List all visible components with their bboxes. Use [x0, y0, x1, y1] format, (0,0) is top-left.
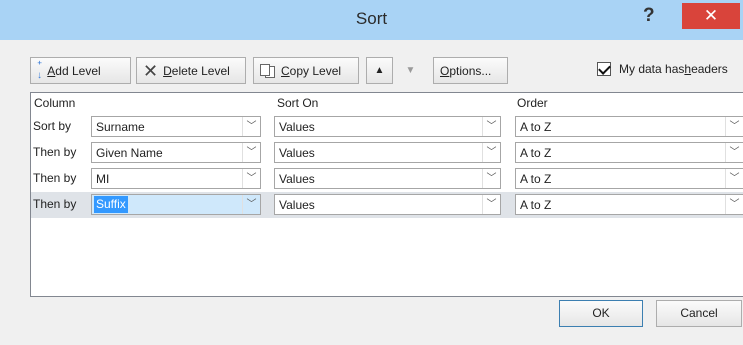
sort-level-row-selected[interactable]: Then by Suffix ﹀ Values ﹀ A to Z ﹀	[31, 192, 743, 218]
sort-on-select[interactable]: Values ﹀	[274, 168, 501, 189]
close-button[interactable]: ✕	[682, 3, 740, 29]
column-select[interactable]: Given Name ﹀	[91, 142, 261, 163]
order-select[interactable]: A to Z ﹀	[515, 168, 743, 189]
headers-checkbox[interactable]	[597, 62, 611, 76]
order-header: Order	[517, 96, 548, 110]
column-value: Suffix	[94, 196, 128, 213]
headers-label-prefix: My data has	[619, 62, 685, 76]
sort-on-value: Values	[279, 198, 315, 212]
sort-on-select[interactable]: Values ﹀	[274, 116, 501, 137]
add-level-icon: ⁺ ↓	[37, 59, 43, 81]
move-down-button[interactable]: ▼	[397, 57, 424, 84]
delete-level-label: elete Level	[171, 63, 230, 78]
headers-checkbox-row[interactable]: My data has h eaders	[597, 62, 728, 76]
column-header: Column	[34, 96, 76, 110]
sort-on-select[interactable]: Values ﹀	[274, 142, 501, 163]
help-button[interactable]: ?	[643, 5, 655, 27]
order-value: A to Z	[520, 120, 552, 134]
row-label: Then by	[33, 197, 77, 211]
row-label: Then by	[33, 145, 77, 159]
chevron-down-icon[interactable]: ﹀	[482, 169, 500, 188]
cancel-button[interactable]: Cancel	[656, 300, 742, 327]
chevron-down-icon[interactable]: ﹀	[242, 195, 260, 214]
title-bar: Sort ? ✕	[0, 0, 743, 40]
chevron-down-icon[interactable]: ﹀	[242, 117, 260, 136]
column-select[interactable]: MI ﹀	[91, 168, 261, 189]
column-value: MI	[96, 172, 110, 186]
options-label: ptions...	[449, 63, 492, 78]
copy-level-label: opy Level	[289, 63, 342, 78]
sort-level-row[interactable]: Then by MI ﹀ Values ﹀ A to Z ﹀	[31, 166, 743, 192]
chevron-down-icon[interactable]: ﹀	[725, 117, 743, 136]
chevron-down-icon[interactable]: ﹀	[725, 169, 743, 188]
options-button[interactable]: Options...	[433, 57, 508, 84]
chevron-down-icon[interactable]: ﹀	[482, 117, 500, 136]
order-value: A to Z	[520, 198, 552, 212]
order-select[interactable]: A to Z ﹀	[515, 116, 743, 137]
chevron-down-icon[interactable]: ﹀	[242, 169, 260, 188]
chevron-down-icon[interactable]: ﹀	[242, 143, 260, 162]
options-mnemonic: O	[440, 63, 450, 78]
copy-level-button[interactable]: Copy Level	[253, 57, 359, 84]
column-value: Given Name	[96, 146, 163, 160]
copy-pages-icon	[260, 63, 276, 78]
copy-level-mnemonic: C	[281, 63, 290, 78]
chevron-down-icon[interactable]: ﹀	[725, 195, 743, 214]
move-up-button[interactable]: ▲	[366, 57, 393, 84]
sort-on-value: Values	[279, 120, 315, 134]
delete-level-mnemonic: D	[163, 63, 172, 78]
sort-on-header: Sort On	[277, 96, 319, 110]
sort-on-value: Values	[279, 146, 315, 160]
sort-on-select[interactable]: Values ﹀	[274, 194, 501, 215]
order-select[interactable]: A to Z ﹀	[515, 194, 743, 215]
ok-button[interactable]: OK	[559, 300, 643, 327]
delete-level-button[interactable]: ✕ Delete Level	[136, 57, 246, 84]
row-label: Then by	[33, 171, 77, 185]
column-select[interactable]: Suffix ﹀	[91, 194, 261, 215]
add-level-button[interactable]: ⁺ ↓ Add Level	[30, 57, 131, 84]
headers-label-mnemonic: h	[684, 62, 692, 76]
delete-x-icon: ✕	[143, 60, 159, 81]
order-value: A to Z	[520, 146, 552, 160]
chevron-down-icon[interactable]: ﹀	[725, 143, 743, 162]
window-title: Sort	[355, 9, 388, 28]
sort-on-value: Values	[279, 172, 315, 186]
column-select[interactable]: Surname ﹀	[91, 116, 261, 137]
headers-label-rest: eaders	[691, 62, 728, 76]
order-value: A to Z	[520, 172, 552, 186]
sort-level-row[interactable]: Sort by Surname ﹀ Values ﹀ A to Z ﹀	[31, 114, 743, 140]
add-level-mnemonic: A	[47, 63, 56, 78]
chevron-down-icon[interactable]: ﹀	[482, 143, 500, 162]
order-select[interactable]: A to Z ﹀	[515, 142, 743, 163]
add-level-label: dd Level	[55, 63, 101, 78]
row-label: Sort by	[33, 119, 72, 133]
chevron-down-icon[interactable]: ﹀	[482, 195, 500, 214]
sort-levels-grid: Column Sort On Order Sort by Surname ﹀ V…	[30, 92, 743, 297]
column-value: Surname	[96, 120, 145, 134]
sort-level-row[interactable]: Then by Given Name ﹀ Values ﹀ A to Z ﹀	[31, 140, 743, 166]
